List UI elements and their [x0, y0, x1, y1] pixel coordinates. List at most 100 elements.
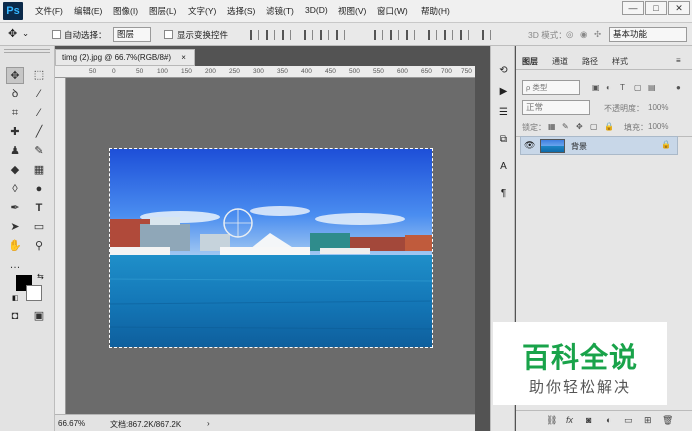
- distribute-hcenter-icon[interactable]: [444, 30, 453, 40]
- chevron-down-icon[interactable]: ⌄: [22, 28, 29, 39]
- pen-icon[interactable]: ✒: [6, 200, 24, 217]
- align-vcenter-icon[interactable]: [266, 30, 275, 40]
- blend-mode-dropdown[interactable]: 正常: [522, 100, 590, 115]
- visibility-eye-icon[interactable]: 👁: [524, 140, 535, 151]
- layer-item-background[interactable]: 👁 背景 🔒: [520, 136, 678, 155]
- default-colors-icon[interactable]: ◧: [12, 294, 19, 302]
- tab-channels[interactable]: 通道: [552, 56, 568, 67]
- actions-play-icon[interactable]: ▶: [495, 83, 512, 100]
- clone-stamp-icon[interactable]: ♟: [6, 143, 24, 160]
- tab-paths[interactable]: 路径: [582, 56, 598, 67]
- character-icon[interactable]: A: [495, 158, 512, 175]
- path-selection-icon[interactable]: ➤: [6, 219, 24, 236]
- layer-name[interactable]: 背景: [571, 141, 587, 152]
- swap-colors-icon[interactable]: ⇆: [37, 272, 44, 281]
- marquee-icon[interactable]: ⬚: [30, 67, 48, 84]
- align-left-icon[interactable]: [304, 30, 313, 40]
- menu-help[interactable]: 帮助(H): [421, 5, 450, 17]
- new-group-icon[interactable]: ▭: [624, 415, 633, 426]
- lasso-icon[interactable]: ꝺ: [6, 86, 24, 103]
- quick-mask-icon[interactable]: ◘: [6, 308, 24, 325]
- lock-all-icon[interactable]: 🔒: [604, 122, 614, 131]
- lock-transparent-icon[interactable]: ▦: [548, 122, 556, 131]
- auto-align-icon[interactable]: [482, 30, 491, 40]
- menu-window[interactable]: 窗口(W): [377, 5, 408, 17]
- layer-mask-icon[interactable]: ◙: [586, 415, 591, 425]
- align-bottom-icon[interactable]: [282, 30, 291, 40]
- lock-position-icon[interactable]: ✥: [576, 122, 583, 131]
- distribute-vcenter-icon[interactable]: [390, 30, 399, 40]
- filter-toggle-icon[interactable]: ●: [676, 83, 681, 92]
- menu-select[interactable]: 选择(S): [227, 5, 255, 17]
- eyedropper-icon[interactable]: ⁄: [30, 105, 48, 122]
- blur-icon[interactable]: ◊: [6, 181, 24, 198]
- delete-layer-icon[interactable]: 🗑: [662, 415, 673, 426]
- opacity-value[interactable]: 100%: [648, 103, 668, 112]
- menu-file[interactable]: 文件(F): [35, 5, 63, 17]
- zoom-level[interactable]: 66.67%: [58, 419, 85, 428]
- filter-pixel-icon[interactable]: ▣: [592, 83, 600, 92]
- show-transform-checkbox[interactable]: [164, 30, 173, 39]
- auto-select-dropdown[interactable]: 图层: [113, 27, 151, 42]
- menu-3d[interactable]: 3D(D): [305, 5, 328, 15]
- paragraph-icon[interactable]: ¶: [495, 185, 512, 202]
- filter-smart-icon[interactable]: ▤: [648, 83, 656, 92]
- brush-icon[interactable]: ╱: [30, 124, 48, 141]
- chevron-right-icon[interactable]: ›: [207, 419, 210, 428]
- dodge-icon[interactable]: ●: [30, 181, 48, 198]
- clone-source-icon[interactable]: ⧉: [495, 131, 512, 148]
- workspace-switcher[interactable]: 基本功能: [609, 27, 687, 42]
- history-brush-icon[interactable]: ✎: [30, 143, 48, 160]
- fill-value[interactable]: 100%: [648, 122, 668, 131]
- align-right-icon[interactable]: [336, 30, 345, 40]
- toolbar-grip[interactable]: [4, 49, 50, 53]
- document-tab[interactable]: timg (2).jpg @ 66.7%(RGB/8#) ×: [55, 49, 195, 66]
- hand-icon[interactable]: ✋: [6, 238, 24, 255]
- menu-layer[interactable]: 图层(L): [149, 5, 176, 17]
- tab-styles[interactable]: 样式: [612, 56, 628, 67]
- filter-shape-icon[interactable]: ▢: [634, 83, 642, 92]
- menu-image[interactable]: 图像(I): [113, 5, 138, 17]
- lock-artboard-icon[interactable]: ▢: [590, 122, 598, 131]
- minimize-button[interactable]: —: [622, 1, 644, 15]
- link-layers-icon[interactable]: ⛓: [546, 415, 557, 426]
- distribute-right-icon[interactable]: [460, 30, 469, 40]
- zoom-icon[interactable]: ⚲: [30, 238, 48, 255]
- close-button[interactable]: ✕: [668, 1, 690, 15]
- layer-style-icon[interactable]: fx: [566, 415, 573, 425]
- 3d-orbit-icon[interactable]: ◎: [566, 29, 573, 40]
- magic-wand-icon[interactable]: ⁄: [30, 86, 48, 103]
- background-color-swatch[interactable]: [26, 285, 42, 301]
- layer-kind-filter[interactable]: ρ 类型: [522, 80, 580, 95]
- maximize-button[interactable]: □: [645, 1, 667, 15]
- align-hcenter-icon[interactable]: [320, 30, 329, 40]
- new-layer-icon[interactable]: ⊞: [644, 415, 652, 426]
- distribute-bottom-icon[interactable]: [406, 30, 415, 40]
- 3d-roll-icon[interactable]: ◉: [580, 29, 587, 40]
- tab-layers[interactable]: 图层: [522, 56, 538, 67]
- more-tools-icon[interactable]: …: [6, 257, 24, 274]
- filter-type-icon[interactable]: T: [620, 83, 625, 92]
- 3d-pan-icon[interactable]: ✣: [594, 29, 601, 40]
- adjustment-layer-icon[interactable]: ◐: [606, 415, 611, 425]
- properties-icon[interactable]: ☰: [495, 104, 512, 121]
- move-tool-preset-icon[interactable]: ✥: [8, 27, 17, 40]
- align-top-icon[interactable]: [250, 30, 259, 40]
- eraser-icon[interactable]: ◆: [6, 162, 24, 179]
- distribute-top-icon[interactable]: [374, 30, 383, 40]
- lock-pixels-icon[interactable]: ✎: [562, 122, 569, 131]
- move-icon[interactable]: ✥: [6, 67, 24, 84]
- menu-filter[interactable]: 滤镜(T): [266, 5, 294, 17]
- type-icon[interactable]: T: [30, 200, 48, 217]
- document-image[interactable]: [109, 148, 433, 348]
- menu-view[interactable]: 视图(V): [338, 5, 366, 17]
- panel-menu-icon[interactable]: ≡: [676, 56, 681, 65]
- gradient-icon[interactable]: ▦: [30, 162, 48, 179]
- crop-icon[interactable]: ⌗: [6, 105, 24, 122]
- shape-icon[interactable]: ▭: [30, 219, 48, 236]
- healing-brush-icon[interactable]: ✚: [6, 124, 24, 141]
- menu-type[interactable]: 文字(Y): [188, 5, 216, 17]
- menu-edit[interactable]: 编辑(E): [74, 5, 102, 17]
- screen-mode-icon[interactable]: ▣: [30, 308, 48, 325]
- auto-select-checkbox[interactable]: [52, 30, 61, 39]
